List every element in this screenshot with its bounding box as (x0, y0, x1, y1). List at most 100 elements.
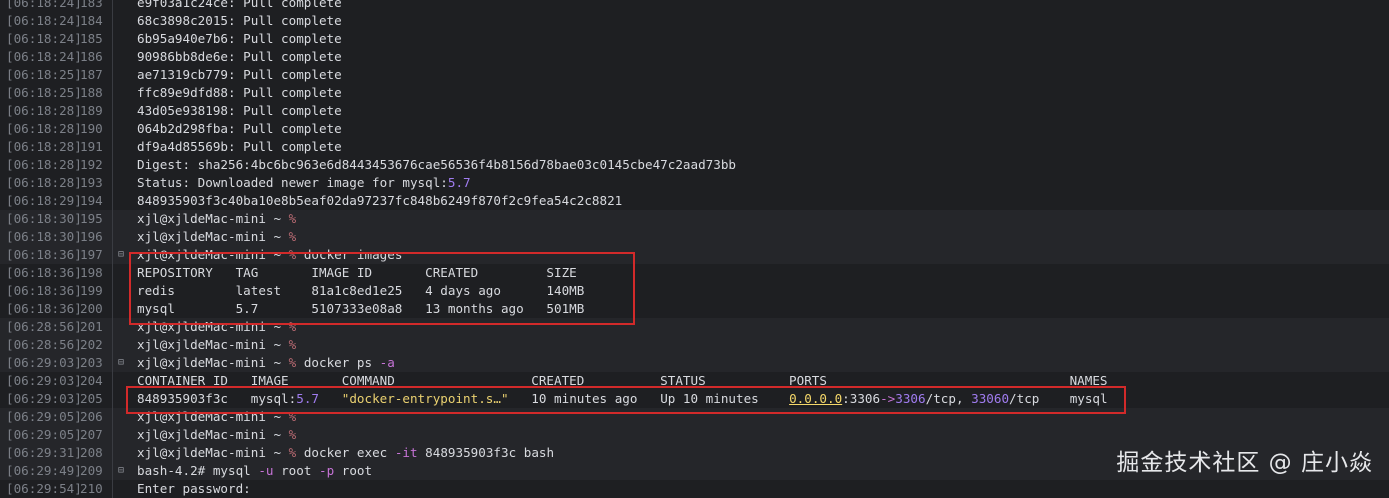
line-number: 183 (80, 0, 103, 10)
line-text: xjl@xjldeMac-mini ~ % (137, 211, 297, 226)
line-text: xjl@xjldeMac-mini ~ % docker ps -a (137, 355, 395, 370)
timestamp: [06:29:05] (6, 409, 82, 424)
line-text: xjl@xjldeMac-mini ~ % (137, 229, 297, 244)
gutter-divider (112, 246, 113, 264)
line-text: bash-4.2# mysql -u root -p root (137, 463, 373, 478)
line-text: ffc89e9dfd88: Pull complete (137, 85, 342, 100)
docker-ps-row-highlight (126, 386, 1126, 414)
gutter-divider (112, 210, 113, 228)
line-text: 68c3898c2015: Pull complete (137, 13, 342, 28)
line-number: 186 (80, 49, 103, 64)
terminal-line: [06:29:54] 210 Enter password: (0, 480, 1389, 498)
gutter-divider (112, 66, 113, 84)
timestamp: [06:29:03] (6, 355, 82, 370)
line-number: 201 (80, 319, 103, 334)
terminal-line: [06:18:29] 194 848935903f3c40ba10e8b5eaf02… (0, 192, 1389, 210)
timestamp: [06:18:29] (6, 193, 82, 208)
timestamp: [06:29:31] (6, 445, 82, 460)
line-number: 203 (80, 355, 103, 370)
terminal-line: [06:18:28] 193 Status: Downloaded newer im… (0, 174, 1389, 192)
line-text: 90986bb8de6e: Pull complete (137, 49, 342, 64)
timestamp: [06:18:30] (6, 229, 82, 244)
gutter-divider (112, 444, 113, 462)
gutter-divider (112, 408, 113, 426)
terminal-line: [06:18:24] 185 6b95a940e7b6: Pull complete (0, 30, 1389, 48)
line-number: 195 (80, 211, 103, 226)
gutter-divider (112, 0, 113, 12)
timestamp: [06:18:28] (6, 175, 82, 190)
timestamp: [06:18:30] (6, 211, 82, 226)
gutter-divider (112, 174, 113, 192)
gutter-divider (112, 318, 113, 336)
line-text: xjl@xjldeMac-mini ~ % docker exec -it 84… (137, 445, 555, 460)
timestamp: [06:29:54] (6, 481, 82, 496)
line-number: 188 (80, 85, 103, 100)
gutter-divider (112, 192, 113, 210)
gutter-divider (112, 102, 113, 120)
timestamp: [06:29:03] (6, 373, 82, 388)
gutter-divider (112, 390, 113, 408)
line-text: Digest: sha256:4bc6bc963e6d8443453676cae… (137, 157, 736, 172)
timestamp: [06:18:36] (6, 283, 82, 298)
gutter-divider (112, 372, 113, 390)
gutter-divider (112, 426, 113, 444)
terminal-line: [06:18:24] 183 e9f03a1c24ce: Pull complete (0, 0, 1389, 12)
fold-icon[interactable]: ⊟ (118, 354, 124, 372)
line-number: 206 (80, 409, 103, 424)
terminal-line: [06:18:25] 187 ae71319cb779: Pull complete (0, 66, 1389, 84)
gutter-divider (112, 462, 113, 480)
terminal-line: [06:18:25] 188 ffc89e9dfd88: Pull complete (0, 84, 1389, 102)
timestamp: [06:29:05] (6, 427, 82, 442)
gutter-divider (112, 282, 113, 300)
line-number: 196 (80, 229, 103, 244)
gutter-divider (112, 84, 113, 102)
timestamp: [06:18:28] (6, 103, 82, 118)
gutter-divider (112, 300, 113, 318)
line-text: 064b2d298fba: Pull complete (137, 121, 342, 136)
terminal-line: [06:29:03] 203 ⊟ xjl@xjldeMac-mini ~ % dock… (0, 354, 1389, 372)
line-number: 189 (80, 103, 103, 118)
line-text: xjl@xjldeMac-mini ~ % (137, 427, 297, 442)
terminal-line: [06:18:24] 186 90986bb8de6e: Pull complete (0, 48, 1389, 66)
timestamp: [06:18:25] (6, 67, 82, 82)
gutter-divider (112, 480, 113, 498)
timestamp: [06:18:36] (6, 301, 82, 316)
line-number: 191 (80, 139, 103, 154)
timestamp: [06:28:56] (6, 337, 82, 352)
gutter-divider (112, 120, 113, 138)
line-number: 208 (80, 445, 103, 460)
timestamp: [06:29:49] (6, 463, 82, 478)
terminal-line: [06:18:30] 196 xjl@xjldeMac-mini ~ % (0, 228, 1389, 246)
line-number: 199 (80, 283, 103, 298)
fold-icon[interactable]: ⊟ (118, 462, 124, 480)
line-text: Enter password: (137, 481, 251, 496)
terminal-line: [06:18:28] 192 Digest: sha256:4bc6bc963e6d… (0, 156, 1389, 174)
gutter-divider (112, 336, 113, 354)
line-text: 848935903f3c40ba10e8b5eaf02da97237fc848b… (137, 193, 623, 208)
timestamp: [06:18:24] (6, 13, 82, 28)
timestamp: [06:18:24] (6, 0, 82, 10)
line-text: 6b95a940e7b6: Pull complete (137, 31, 342, 46)
line-number: 198 (80, 265, 103, 280)
line-text: 43d05e938198: Pull complete (137, 103, 342, 118)
timestamp: [06:18:36] (6, 247, 82, 262)
line-number: 184 (80, 13, 103, 28)
fold-icon[interactable]: ⊟ (118, 246, 124, 264)
docker-images-highlight (129, 252, 635, 325)
line-text: e9f03a1c24ce: Pull complete (137, 0, 342, 10)
terminal-line: [06:28:56] 202 xjl@xjldeMac-mini ~ % (0, 336, 1389, 354)
gutter-divider (112, 48, 113, 66)
line-text: ae71319cb779: Pull complete (137, 67, 342, 82)
line-number: 202 (80, 337, 103, 352)
terminal-line: [06:18:24] 184 68c3898c2015: Pull complete (0, 12, 1389, 30)
line-number: 204 (80, 373, 103, 388)
gutter-divider (112, 12, 113, 30)
timestamp: [06:18:24] (6, 49, 82, 64)
timestamp: [06:18:28] (6, 139, 82, 154)
line-number: 197 (80, 247, 103, 262)
terminal-output: [06:18:24] 183 e9f03a1c24ce: Pull complete… (0, 0, 1389, 498)
terminal-line: [06:18:28] 189 43d05e938198: Pull complete (0, 102, 1389, 120)
watermark: 掘金技术社区 @ 庄小焱 (1116, 450, 1373, 476)
timestamp: [06:18:25] (6, 85, 82, 100)
line-number: 210 (80, 481, 103, 496)
